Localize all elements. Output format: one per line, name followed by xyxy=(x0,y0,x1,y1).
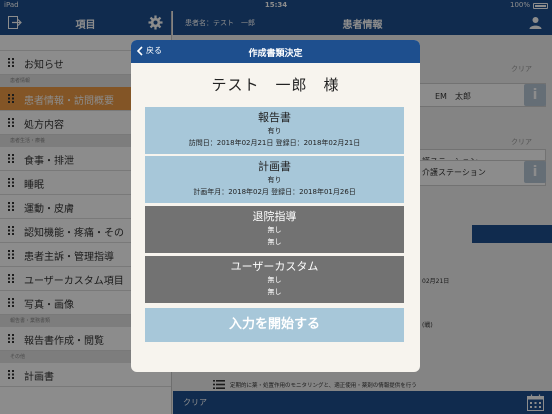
document-status: 有り xyxy=(267,127,282,135)
modal-header: 戻る 作成書類決定 xyxy=(131,40,420,63)
modal-patient-name: テスト 一郎 様 xyxy=(211,76,340,94)
document-option[interactable]: 報告書有り訪問日：2018年02月21日 登録日：2018年02月21日 xyxy=(145,107,404,154)
document-status: 無し xyxy=(267,226,282,234)
document-option[interactable]: 退院指導 無し 無し xyxy=(145,206,404,253)
start-input-button[interactable]: 入力を開始する xyxy=(145,308,404,342)
document-date-line: 無し xyxy=(267,238,282,246)
document-status: 有り xyxy=(267,176,282,184)
document-option[interactable]: 計画書有り計画年月：2018年02月 登録日：2018年01月26日 xyxy=(145,156,404,203)
document-date-line: 訪問日：2018年02月21日 登録日：2018年02月21日 xyxy=(188,139,361,147)
document-select-modal: 戻る 作成書類決定 テスト 一郎 様 報告書 有り 訪問日：2018年02月21日 … xyxy=(131,40,420,372)
document-option[interactable]: ユーザーカスタム 無し 無し xyxy=(145,256,404,303)
document-name: 報告書 xyxy=(258,111,291,124)
modal-title: 作成書類決定 xyxy=(248,49,303,59)
document-date-line: 無し xyxy=(267,288,282,296)
document-name: 退院指導 xyxy=(252,210,297,223)
document-date-line: 計画年月：2018年02月 登録日：2018年01月26日 xyxy=(193,188,356,196)
document-name: ユーザーカスタム xyxy=(230,260,319,273)
document-name: 計画書 xyxy=(258,160,291,173)
document-status: 無し xyxy=(267,276,282,284)
